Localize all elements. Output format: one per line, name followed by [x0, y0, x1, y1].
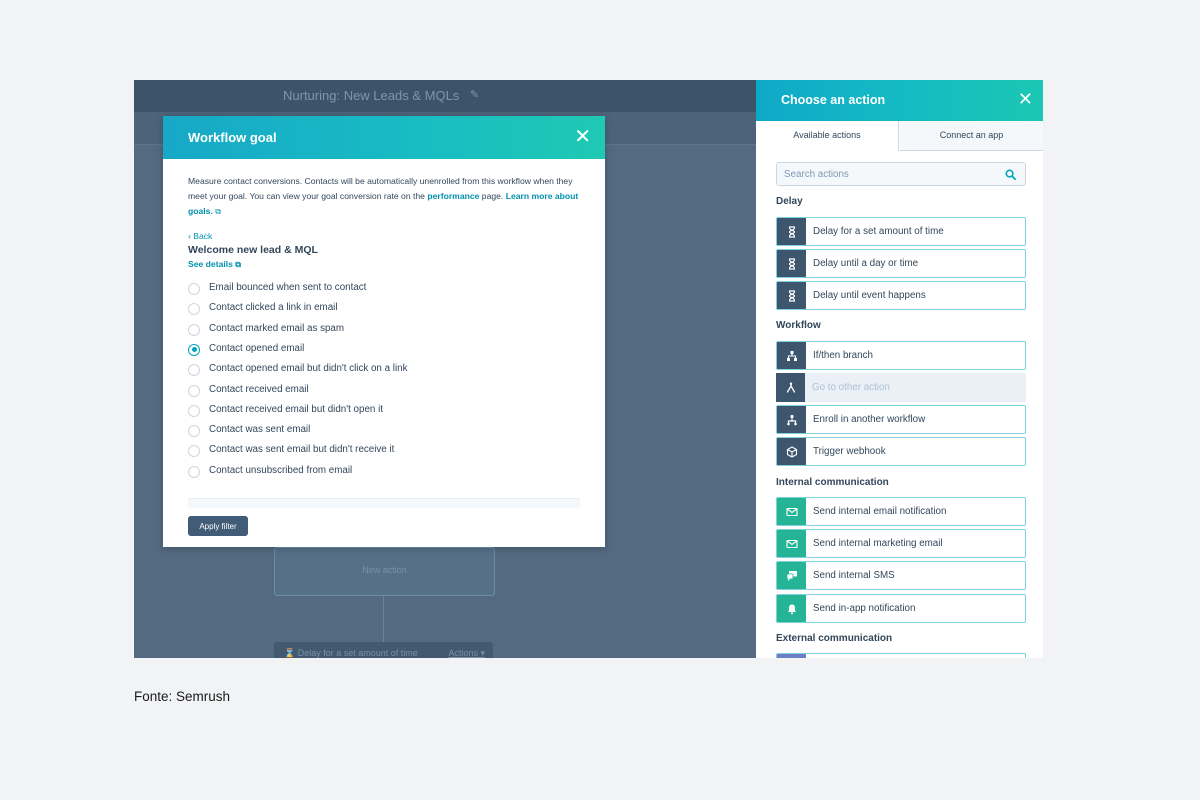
workflow-goal-modal: Workflow goal ✕ Measure contact conversi…	[163, 116, 605, 547]
screenshot-frame: Nurturing: New Leads & MQLs ✎ New action…	[134, 80, 1043, 658]
see-details-label: See details	[188, 259, 233, 269]
branch-icon	[777, 342, 806, 369]
action-label: Delay for a set amount of time	[813, 226, 944, 237]
radio-button[interactable]	[188, 465, 200, 478]
goto-icon	[776, 373, 805, 402]
radio-button[interactable]	[188, 303, 200, 316]
action-label: Delay until event happens	[813, 290, 926, 301]
goal-option-label: Contact received email but didn't open i…	[209, 403, 383, 415]
action-item[interactable]: Delay until a day or time	[776, 249, 1026, 278]
goal-option-label: Contact opened email but didn't click on…	[209, 363, 408, 375]
modal-description: Measure contact conversions. Contacts wi…	[188, 174, 583, 219]
radio-button[interactable]	[188, 364, 200, 377]
panel-header: Choose an action ✕	[756, 80, 1043, 121]
horizontal-scrollbar[interactable]	[188, 498, 580, 508]
blank-icon	[777, 654, 806, 658]
apply-filter-button[interactable]: Apply filter	[188, 516, 248, 536]
radio-button[interactable]	[188, 425, 200, 438]
action-item[interactable]: Delay for a set amount of time	[776, 217, 1026, 246]
action-label: Send internal email notification	[813, 506, 947, 517]
radio-button[interactable]	[188, 384, 200, 397]
search-box	[776, 162, 1026, 186]
action-label: Send internal marketing email	[813, 538, 943, 549]
action-label: Delay until a day or time	[813, 258, 919, 269]
pencil-icon[interactable]: ✎	[470, 88, 479, 101]
external-link-icon: ⧉	[215, 207, 221, 216]
search-input[interactable]	[777, 163, 1004, 185]
goal-option-label: Contact was sent email but didn't receiv…	[209, 444, 395, 456]
email-icon	[777, 530, 806, 557]
delay-step-card[interactable]: ⌛ Delay for a set amount of time Actions…	[274, 642, 493, 658]
section-title: Workflow	[776, 320, 821, 331]
goal-option-label: Contact unsubscribed from email	[209, 464, 353, 476]
tab-connect-an-app[interactable]: Connect an app	[900, 121, 1043, 151]
workflow-editor-background: Nurturing: New Leads & MQLs ✎ New action…	[134, 80, 756, 658]
connector-line	[383, 595, 384, 643]
workflow-title[interactable]: Nurturing: New Leads & MQLs	[283, 88, 459, 103]
modal-title: Workflow goal	[188, 130, 277, 145]
sms-icon	[777, 562, 806, 589]
step-actions-dropdown[interactable]: Actions ▾	[448, 648, 485, 658]
hourglass-icon	[777, 218, 806, 245]
action-item[interactable]: Send internal SMS	[776, 561, 1026, 590]
bell-icon	[777, 595, 806, 622]
tab-available-actions[interactable]: Available actions	[756, 121, 899, 151]
action-item[interactable]: Enroll in another workflow	[776, 405, 1026, 434]
goal-option-label: Contact received email	[209, 383, 309, 395]
close-icon[interactable]: ✕	[574, 125, 591, 149]
action-item: Go to other action	[776, 373, 1026, 402]
action-item[interactable]: Send in-app notification	[776, 594, 1026, 623]
action-label: Send internal SMS	[813, 570, 895, 581]
radio-button[interactable]	[188, 445, 200, 458]
see-details-link[interactable]: See details ⧉	[188, 259, 241, 270]
action-item[interactable]: If/then branch	[776, 341, 1026, 370]
performance-link[interactable]: performance	[427, 191, 479, 201]
action-item[interactable]: Delay until event happens	[776, 281, 1026, 310]
action-item[interactable]: Send internal email notification	[776, 497, 1026, 526]
radio-button[interactable]	[188, 283, 200, 295]
search-icon[interactable]	[1005, 169, 1016, 180]
goal-option-label: Contact marked email as spam	[209, 322, 345, 334]
section-title: Internal communication	[776, 477, 889, 488]
action-label: Send in-app notification	[813, 603, 916, 614]
external-link-icon: ⧉	[235, 260, 242, 269]
goal-option-label: Email bounced when sent to contact	[209, 282, 367, 293]
editor-header: Nurturing: New Leads & MQLs ✎	[134, 80, 756, 112]
action-item[interactable]	[776, 653, 1026, 658]
new-action-card[interactable]: New action	[274, 547, 495, 596]
description-mid: page.	[481, 191, 504, 201]
goal-option-label: Contact was sent email	[209, 424, 311, 436]
section-title: Delay	[776, 196, 803, 207]
goal-option-label: Contact clicked a link in email	[209, 302, 338, 314]
webhook-icon	[777, 438, 806, 465]
modal-header: Workflow goal ✕	[163, 116, 605, 159]
action-label: Go to other action	[812, 382, 890, 393]
action-item[interactable]: Send internal marketing email	[776, 529, 1026, 558]
goal-option-label: Contact opened email	[209, 342, 305, 354]
action-label: If/then branch	[813, 350, 873, 361]
radio-button[interactable]	[188, 323, 200, 336]
email-icon	[777, 498, 806, 525]
choose-action-panel: Choose an action ✕ Available actions Con…	[756, 80, 1043, 658]
delay-step-label: ⌛ Delay for a set amount of time	[284, 648, 418, 658]
goal-name: Welcome new lead & MQL	[188, 244, 318, 256]
radio-button[interactable]	[188, 404, 200, 417]
action-item[interactable]: Trigger webhook	[776, 437, 1026, 466]
new-action-label: New action	[362, 565, 407, 575]
action-label: Enroll in another workflow	[813, 414, 926, 425]
radio-selected[interactable]	[188, 343, 200, 356]
source-caption: Fonte: Semrush	[134, 689, 231, 704]
hourglass-icon	[777, 282, 806, 309]
enroll-icon	[777, 406, 806, 433]
back-link[interactable]: ‹ Back	[188, 231, 212, 241]
close-icon[interactable]: ✕	[1018, 88, 1033, 110]
section-title: External communication	[776, 633, 893, 644]
action-label: Trigger webhook	[813, 446, 886, 457]
hourglass-icon	[777, 250, 806, 277]
panel-title: Choose an action	[781, 93, 886, 107]
